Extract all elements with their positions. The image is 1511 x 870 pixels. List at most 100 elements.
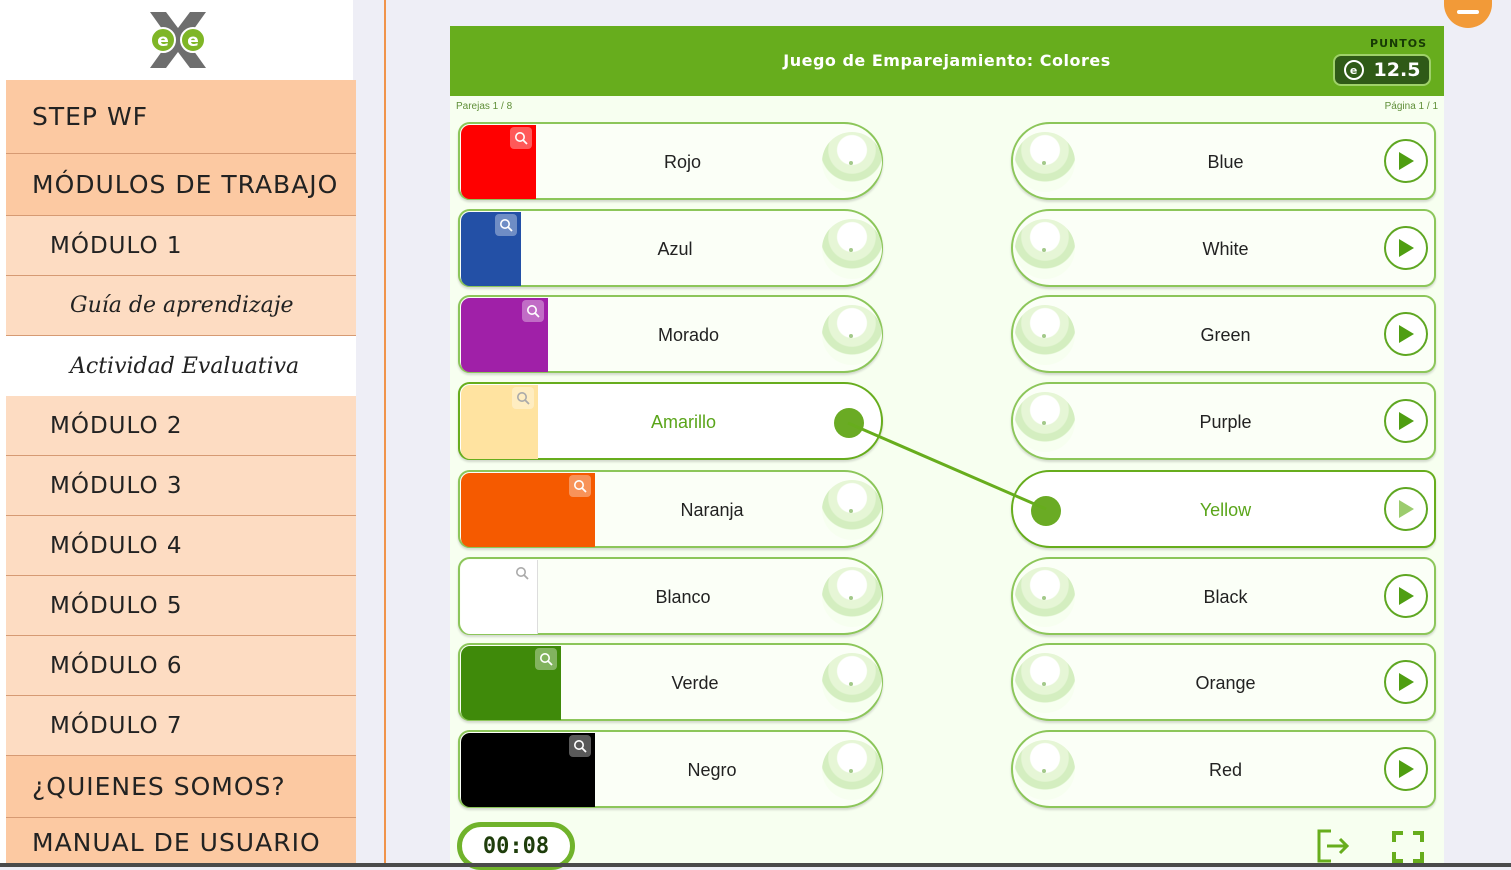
sidebar-item-label: MÓDULO 2 [50,412,183,439]
magnifier-icon[interactable] [510,127,532,149]
sidebar-item-8[interactable]: MÓDULO 4 [6,516,356,576]
play-icon[interactable] [1384,139,1428,183]
right-card-white[interactable]: White [1011,209,1436,287]
left-card-naranja[interactable]: Naranja [458,470,883,548]
sidebar-item-label: Actividad Evaluativa [70,353,300,379]
left-card-azul[interactable]: Azul [458,209,883,287]
right-card-blue[interactable]: Blue [1011,122,1436,200]
sidebar-item-13[interactable]: MANUAL DE USUARIO [6,818,356,867]
right-card-green[interactable]: Green [1011,295,1436,373]
right-card-black[interactable]: Black [1011,557,1436,635]
connector-knob[interactable] [822,305,882,365]
card-label: Verde [671,673,719,693]
sidebar-item-6[interactable]: MÓDULO 2 [6,396,356,456]
left-card-blanco[interactable]: Blanco [458,557,883,635]
exit-icon [1317,829,1350,863]
sidebar-item-4[interactable]: Guía de aprendizaje [6,276,356,336]
play-icon[interactable] [1384,399,1428,443]
svg-text:e: e [157,31,169,51]
score-value: 12.5 [1373,59,1421,81]
connector-knob[interactable] [1015,219,1075,279]
left-card-amarillo[interactable]: Amarillo [458,382,883,460]
connector-knob[interactable] [822,653,882,713]
card-label: Morado [657,325,720,345]
sidebar-item-7[interactable]: MÓDULO 3 [6,456,356,516]
coin-icon: e [1343,60,1364,80]
magnifier-icon[interactable] [569,475,591,497]
connector-knob[interactable] [1015,392,1075,452]
minimize-icon [1457,10,1479,14]
play-icon[interactable] [1384,312,1428,356]
connector-knob[interactable] [822,740,882,800]
play-icon[interactable] [1384,660,1428,704]
left-card-rojo[interactable]: Rojo [458,122,883,200]
card-label: White [1202,239,1249,259]
magnifier-icon[interactable] [522,300,544,322]
play-icon[interactable] [1384,487,1428,531]
connector-knob[interactable] [1015,653,1075,713]
connector-knob[interactable] [822,480,882,540]
fullscreen-icon [1392,831,1424,863]
sidebar-item-label: MÓDULO 7 [50,712,183,739]
card-label: Blue [1207,152,1244,172]
card-label: Yellow [1199,500,1252,520]
sidebar-item-label: ¿QUIENES SOMOS? [32,772,286,801]
sidebar-nav: e e STEP WF MÓDULOS DE TRABAJO MÓDULO 1 Guí… [0,0,356,867]
card-label: Amarillo [650,412,716,432]
svg-text:e: e [187,31,199,51]
sidebar-item-12[interactable]: ¿QUIENES SOMOS? [6,756,356,818]
pairs-counter: Parejas 1 / 8 [456,101,513,112]
magnifier-icon[interactable] [495,214,517,236]
connector-knob[interactable] [822,132,882,192]
sidebar-item-label: STEP WF [32,102,149,131]
score-display: e 12.5 [1333,54,1431,86]
sidebar-item-9[interactable]: MÓDULO 5 [6,576,356,636]
card-label: Black [1203,587,1248,607]
page-counter: Página 1 / 1 [1384,101,1438,112]
connector-knob[interactable] [822,567,882,627]
play-icon[interactable] [1384,226,1428,270]
play-icon[interactable] [1384,574,1428,618]
card-label: Naranja [680,500,744,520]
magnifier-icon[interactable] [512,387,534,409]
connector-knob[interactable] [1015,740,1075,800]
card-label: Rojo [663,152,702,172]
left-card-verde[interactable]: Verde [458,643,883,721]
card-label: Green [1200,325,1251,345]
magnifier-icon[interactable] [535,648,557,670]
sidebar-item-label: MÓDULO 6 [50,652,183,679]
left-card-negro[interactable]: Negro [458,730,883,808]
right-card-purple[interactable]: Purple [1011,382,1436,460]
magnifier-icon[interactable] [511,562,533,584]
card-label: Azul [657,239,693,259]
card-label: Purple [1199,412,1252,432]
sidebar-item-3[interactable]: MÓDULO 1 [6,216,356,276]
connector-knob[interactable] [1015,567,1075,627]
connector-knob[interactable] [1015,305,1075,365]
right-card-yellow[interactable]: Yellow [1011,470,1436,548]
sidebar-item-11[interactable]: MÓDULO 7 [6,696,356,756]
sidebar-item-10[interactable]: MÓDULO 6 [6,636,356,696]
play-icon[interactable] [1384,747,1428,791]
sidebar-item-label: MÓDULO 4 [50,532,183,559]
left-card-morado[interactable]: Morado [458,295,883,373]
sidebar-item-5[interactable]: Actividad Evaluativa [6,336,356,396]
sidebar-item-2[interactable]: MÓDULOS DE TRABAJO [6,154,356,216]
game-title: Juego de Emparejamiento: Colores [783,51,1111,70]
connector-knob[interactable] [822,219,882,279]
sidebar-item-label: Guía de aprendizaje [70,293,294,318]
card-label: Negro [687,760,737,780]
sidebar-item-label: MANUAL DE USUARIO [32,827,321,857]
right-card-red[interactable]: Red [1011,730,1436,808]
connection-dot[interactable] [834,408,864,438]
sidebar-item-label: MÓDULO 3 [50,472,183,499]
card-label: Blanco [655,587,711,607]
connection-dot[interactable] [1031,496,1061,526]
connector-knob[interactable] [1015,132,1075,192]
right-card-orange[interactable]: Orange [1011,643,1436,721]
card-label: Orange [1195,673,1256,693]
sidebar-item-1[interactable]: STEP WF [6,80,356,154]
card-label: Red [1208,760,1243,780]
sidebar-item-label: MÓDULOS DE TRABAJO [32,170,339,199]
magnifier-icon[interactable] [569,735,591,757]
